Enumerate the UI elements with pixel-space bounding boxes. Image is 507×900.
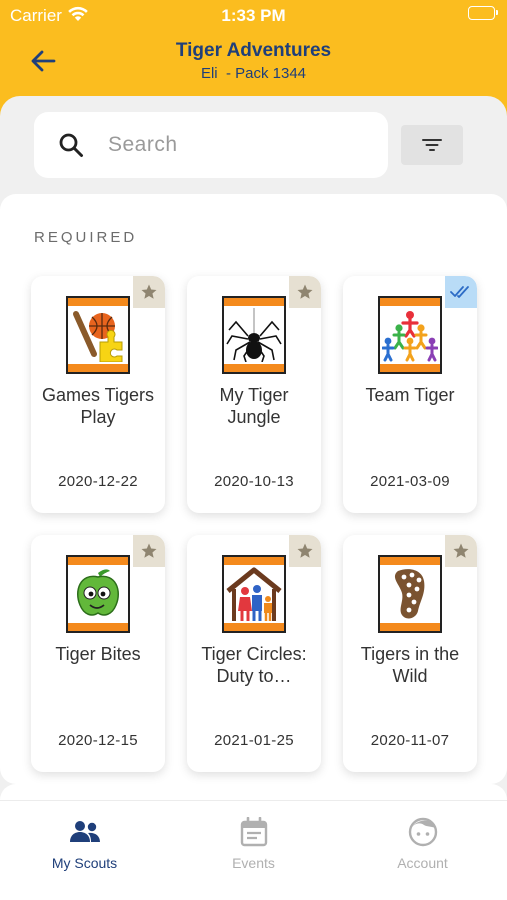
adventure-date: 2020-10-13 bbox=[214, 473, 294, 490]
adventure-card-tiger-circles[interactable]: Tiger Circles: Duty to… 2021-01-25 bbox=[187, 535, 321, 772]
adventure-title: Tiger Circles: Duty to… bbox=[201, 644, 307, 686]
star-icon bbox=[133, 276, 165, 308]
section-label-required: REQUIRED bbox=[34, 229, 138, 246]
badge-my-tiger-jungle-icon bbox=[222, 296, 286, 374]
star-icon bbox=[133, 535, 165, 567]
search-input[interactable]: Search bbox=[34, 112, 388, 178]
face-icon bbox=[408, 817, 438, 847]
adventure-date: 2021-01-25 bbox=[214, 732, 294, 749]
badge-tiger-bites-icon bbox=[66, 555, 130, 633]
badge-tiger-circles-icon bbox=[222, 555, 286, 633]
tab-events[interactable]: Events bbox=[169, 801, 338, 891]
star-icon bbox=[289, 535, 321, 567]
tab-label: Account bbox=[397, 855, 448, 871]
search-icon bbox=[59, 133, 83, 157]
adventure-title: My Tiger Jungle bbox=[219, 385, 289, 427]
tab-my-scouts[interactable]: My Scouts bbox=[0, 801, 169, 891]
badge-games-tigers-play-icon bbox=[66, 296, 130, 374]
adventure-date: 2020-12-22 bbox=[58, 473, 138, 490]
adventure-date: 2020-11-07 bbox=[370, 732, 450, 749]
page-title: Tiger Adventures bbox=[175, 40, 332, 61]
star-icon bbox=[289, 276, 321, 308]
battery-icon bbox=[468, 6, 498, 20]
tab-account[interactable]: Account bbox=[338, 801, 507, 891]
people-icon bbox=[69, 817, 101, 847]
calendar-icon bbox=[240, 817, 268, 847]
adventure-title: Tiger Bites bbox=[55, 644, 141, 664]
filter-icon bbox=[422, 139, 442, 151]
tab-label: Events bbox=[232, 855, 275, 871]
adventure-date: 2020-12-15 bbox=[58, 732, 138, 749]
badge-tigers-in-the-wild-icon bbox=[378, 555, 442, 633]
badge-team-tiger-icon bbox=[378, 296, 442, 374]
adventure-title: Games Tigers Play bbox=[41, 385, 155, 427]
star-icon bbox=[445, 535, 477, 567]
adventure-card-my-tiger-jungle[interactable]: My Tiger Jungle 2020-10-13 bbox=[187, 276, 321, 513]
search-placeholder: Search bbox=[108, 133, 178, 156]
adventure-card-tiger-bites[interactable]: Tiger Bites 2020-12-15 bbox=[31, 535, 165, 772]
adventure-card-games-tigers-play[interactable]: Games Tigers Play 2020-12-22 bbox=[31, 276, 165, 513]
adventure-date: 2021-03-09 bbox=[370, 473, 450, 490]
filter-button[interactable] bbox=[401, 125, 463, 165]
page-subtitle: Eli - Pack 1344 bbox=[200, 65, 307, 82]
tab-label: My Scouts bbox=[51, 855, 118, 871]
adventure-card-team-tiger[interactable]: Team Tiger 2021-03-09 bbox=[343, 276, 477, 513]
adventure-title: Tigers in the Wild bbox=[360, 644, 460, 686]
adventure-card-tigers-in-the-wild[interactable]: Tigers in the Wild 2020-11-07 bbox=[343, 535, 477, 772]
status-time: 1:33 PM bbox=[221, 6, 286, 25]
double-check-icon bbox=[445, 276, 477, 308]
status-bar: Carrier 1:33 PM bbox=[0, 0, 507, 30]
adventure-title: Team Tiger bbox=[365, 385, 455, 405]
bottom-tab-bar: My Scouts Events Account bbox=[0, 800, 507, 900]
